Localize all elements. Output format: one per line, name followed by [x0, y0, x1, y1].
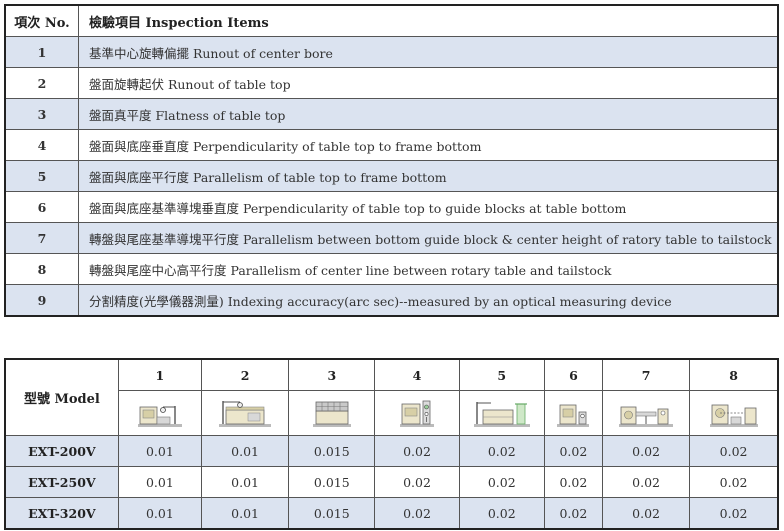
tolerance-value: 0.02 [374, 435, 460, 467]
item-number: 9 [4, 284, 79, 317]
tolerance-value: 0.01 [200, 466, 290, 498]
item-description: 分割精度(光學儀器測量) Indexing accuracy(arc sec)-… [78, 284, 779, 317]
column-number: 8 [689, 358, 779, 391]
no-column-header: 項次 No. [4, 4, 79, 37]
model-name: EXT-250V [4, 466, 119, 498]
model-row: EXT-200V 0.01 0.01 0.015 0.02 0.02 0.02 … [4, 435, 779, 467]
tolerance-value: 0.02 [458, 466, 545, 498]
item-number: 8 [4, 253, 79, 285]
item-description: 盤面旋轉起伏 Runout of table top [78, 67, 779, 99]
model-name: EXT-200V [4, 435, 119, 467]
tolerance-value: 0.02 [458, 435, 545, 467]
item-column-header: 檢驗項目 Inspection Items [78, 4, 779, 37]
column-number: 3 [288, 358, 376, 391]
inspection-setup-8-icon [689, 390, 779, 436]
tolerance-value: 0.02 [689, 466, 779, 498]
item-description: 盤面與底座平行度 Parallelism of table top to fra… [78, 160, 779, 192]
item-description: 轉盤與尾座基準導塊平行度 Parallelism between bottom … [78, 222, 779, 254]
tolerance-value: 0.02 [543, 497, 603, 530]
item-description: 盤面真平度 Flatness of table top [78, 98, 779, 130]
model-row: EXT-250V 0.01 0.01 0.015 0.02 0.02 0.02 … [4, 466, 779, 498]
tolerance-value: 0.02 [601, 435, 691, 467]
item-number: 5 [4, 160, 79, 192]
inspection-row: 1 基準中心旋轉偏擺 Runout of center bore [4, 36, 779, 68]
model-tolerance-table: 型號 Model 1 2 3 4 5 6 7 8 EXT-200V 0.01 0… [4, 358, 779, 530]
item-number: 2 [4, 67, 79, 99]
item-number: 1 [4, 36, 79, 68]
tolerance-value: 0.02 [374, 466, 460, 498]
inspection-row: 8 轉盤與尾座中心高平行度 Parallelism of center line… [4, 253, 779, 285]
column-number: 4 [374, 358, 460, 391]
inspection-row: 6 盤面與底座基準導塊垂直度 Perpendicularity of table… [4, 191, 779, 223]
tolerance-value: 0.02 [543, 466, 603, 498]
inspection-row: 7 轉盤與尾座基準導塊平行度 Parallelism between botto… [4, 222, 779, 254]
inspection-setup-6-icon [543, 390, 603, 436]
item-number: 6 [4, 191, 79, 223]
tolerance-value: 0.01 [117, 497, 202, 530]
tolerance-value: 0.02 [601, 466, 691, 498]
column-number: 1 [117, 358, 202, 391]
tolerance-value: 0.02 [543, 435, 603, 467]
inspection-row: 3 盤面真平度 Flatness of table top [4, 98, 779, 130]
column-number: 5 [458, 358, 545, 391]
tolerance-value: 0.015 [288, 497, 376, 530]
column-number: 7 [601, 358, 691, 391]
column-number: 2 [200, 358, 290, 391]
tolerance-value: 0.01 [117, 435, 202, 467]
inspection-setup-5-icon [458, 390, 545, 436]
column-number: 6 [543, 358, 603, 391]
column-number-row: 型號 Model 1 2 3 4 5 6 7 8 [4, 358, 779, 436]
item-number: 4 [4, 129, 79, 161]
tolerance-value: 0.015 [288, 435, 376, 467]
inspection-setup-2-icon [200, 390, 290, 436]
tolerance-value: 0.02 [374, 497, 460, 530]
inspection-row: 2 盤面旋轉起伏 Runout of table top [4, 67, 779, 99]
tolerance-value: 0.015 [288, 466, 376, 498]
model-column-header: 型號 Model [4, 358, 119, 436]
inspection-row: 9 分割精度(光學儀器測量) Indexing accuracy(arc sec… [4, 284, 779, 317]
tolerance-value: 0.02 [689, 497, 779, 530]
inspection-row: 4 盤面與底座垂直度 Perpendicularity of table top… [4, 129, 779, 161]
tolerance-value: 0.01 [200, 497, 290, 530]
item-description: 轉盤與尾座中心高平行度 Parallelism of center line b… [78, 253, 779, 285]
inspection-setup-3-icon [288, 390, 376, 436]
item-number: 7 [4, 222, 79, 254]
item-description: 盤面與底座垂直度 Perpendicularity of table top t… [78, 129, 779, 161]
item-number: 3 [4, 98, 79, 130]
item-description: 盤面與底座基準導塊垂直度 Perpendicularity of table t… [78, 191, 779, 223]
tolerance-value: 0.02 [601, 497, 691, 530]
inspection-row: 5 盤面與底座平行度 Parallelism of table top to f… [4, 160, 779, 192]
model-name: EXT-320V [4, 497, 119, 530]
model-row: EXT-320V 0.01 0.01 0.015 0.02 0.02 0.02 … [4, 497, 779, 530]
inspection-setup-1-icon [117, 390, 202, 436]
inspection-header-row: 項次 No. 檢驗項目 Inspection Items [4, 4, 779, 37]
illustration-row [5, 390, 779, 436]
inspection-items-table: 項次 No. 檢驗項目 Inspection Items 1 基準中心旋轉偏擺 … [4, 4, 779, 317]
tolerance-value: 0.02 [689, 435, 779, 467]
inspection-setup-4-icon [374, 390, 460, 436]
tolerance-value: 0.02 [458, 497, 545, 530]
tolerance-value: 0.01 [200, 435, 290, 467]
item-description: 基準中心旋轉偏擺 Runout of center bore [78, 36, 779, 68]
inspection-setup-7-icon [601, 390, 691, 436]
tolerance-value: 0.01 [117, 466, 202, 498]
